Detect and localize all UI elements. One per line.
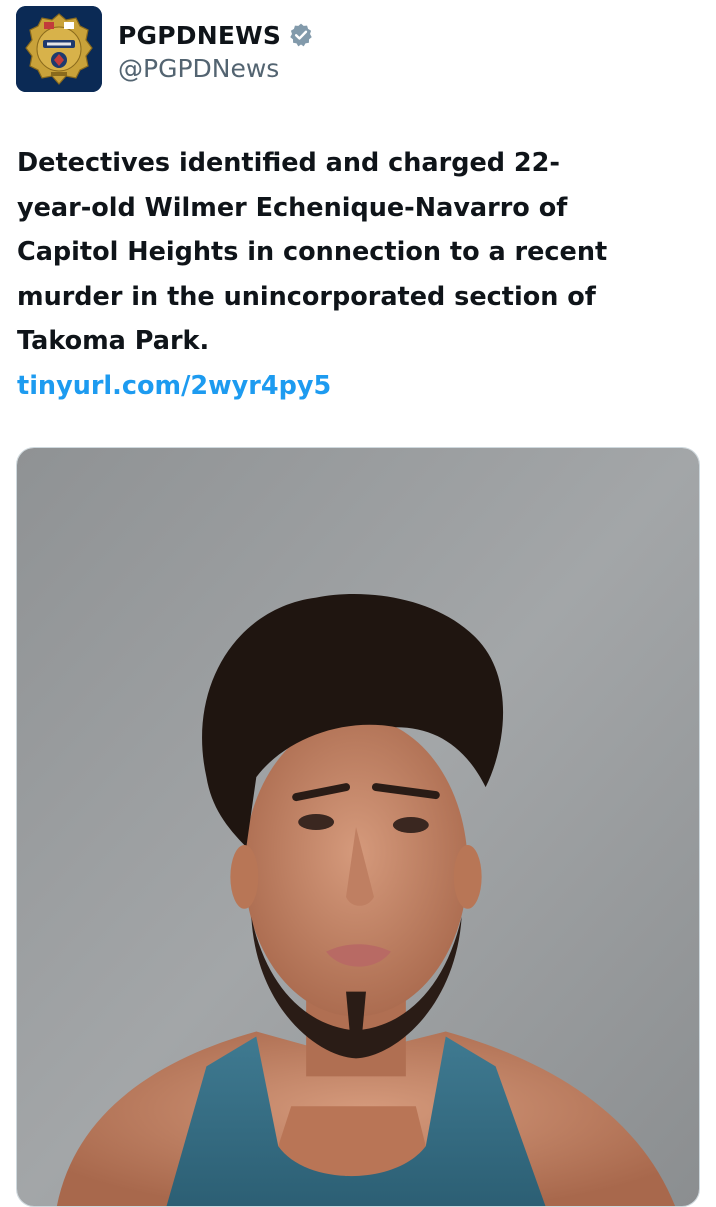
- author-display-name[interactable]: PGPDNEWS: [118, 21, 281, 50]
- profile-avatar[interactable]: [16, 6, 102, 92]
- mugshot-photo: [17, 448, 699, 1206]
- author-info[interactable]: PGPDNEWS @PGPDNews: [118, 18, 314, 83]
- author-handle[interactable]: @PGPDNews: [118, 54, 314, 83]
- post-body-text: Detectives identified and charged 22- ye…: [17, 148, 608, 356]
- post-header: PGPDNEWS @PGPDNews: [16, 6, 700, 96]
- post-link[interactable]: tinyurl.com/2wyr4py5: [17, 364, 331, 408]
- verified-badge-icon: [288, 22, 314, 48]
- post-media-photo[interactable]: [16, 447, 700, 1207]
- police-badge-icon: [16, 6, 102, 92]
